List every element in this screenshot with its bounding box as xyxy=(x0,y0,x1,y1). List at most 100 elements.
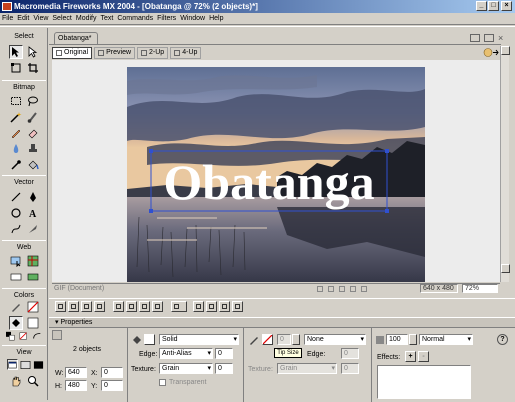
maximize-button[interactable]: □ xyxy=(488,1,499,11)
previous-frame-icon[interactable] xyxy=(339,286,345,292)
tab-4up[interactable]: 4-Up xyxy=(170,47,202,59)
height-field[interactable]: 480 xyxy=(65,380,87,391)
stroke-edge-field[interactable]: 0 xyxy=(341,348,359,359)
texture-amount-field[interactable]: 0 xyxy=(215,363,233,374)
stroke-color-pencil-icon[interactable] xyxy=(9,300,23,314)
help-button[interactable]: ? xyxy=(497,334,508,345)
tab-preview[interactable]: Preview xyxy=(94,47,136,59)
no-stroke-fill-icon[interactable] xyxy=(19,332,29,340)
ungroup-icon[interactable] xyxy=(68,301,79,312)
canvas-image[interactable]: Obatanga xyxy=(127,67,425,282)
scroll-up-arrow-icon[interactable] xyxy=(501,46,510,55)
send-to-back-icon[interactable] xyxy=(152,301,163,312)
menu-window[interactable]: Window xyxy=(178,13,207,24)
hide-slices-icon[interactable] xyxy=(9,270,23,284)
close-button[interactable]: × xyxy=(501,1,512,11)
bring-to-front-icon[interactable] xyxy=(113,301,124,312)
tab-original[interactable]: Original xyxy=(52,47,93,59)
stroke-texture-amount-field[interactable]: 0 xyxy=(341,363,359,374)
vertical-scrollbar[interactable] xyxy=(500,46,510,282)
y-field[interactable]: 0 xyxy=(101,380,123,391)
menu-filters[interactable]: Filters xyxy=(155,13,178,24)
standard-screen-mode-icon[interactable] xyxy=(7,359,18,370)
crop-tool-icon[interactable] xyxy=(26,61,40,75)
edge-amount-field[interactable]: 0 xyxy=(215,348,233,359)
add-effect-button[interactable]: + xyxy=(405,351,416,362)
stroke-type-dropdown[interactable]: None xyxy=(304,334,366,345)
stroke-color-box[interactable] xyxy=(262,334,273,345)
properties-panel-header[interactable]: ▾ Properties xyxy=(49,317,515,328)
show-slices-icon[interactable] xyxy=(26,270,40,284)
slice-tool-icon[interactable] xyxy=(26,254,40,268)
blur-tool-icon[interactable] xyxy=(9,142,23,156)
fill-color-bucket-icon[interactable] xyxy=(9,316,23,330)
bring-forward-icon[interactable] xyxy=(126,301,137,312)
magic-wand-tool-icon[interactable] xyxy=(9,110,23,124)
pen-tool-icon[interactable] xyxy=(26,190,40,204)
knife-tool-icon[interactable] xyxy=(26,222,40,236)
x-field[interactable]: 0 xyxy=(101,367,123,378)
edge-dropdown[interactable]: Anti-Alias xyxy=(159,348,213,359)
texture-dropdown[interactable]: Grain xyxy=(159,363,213,374)
opacity-slider-icon[interactable] xyxy=(409,334,417,345)
text-tool-icon[interactable]: A xyxy=(26,206,40,220)
menu-file[interactable]: File xyxy=(0,13,15,24)
transparent-checkbox[interactable] xyxy=(159,379,166,386)
rotate-cw-icon[interactable] xyxy=(206,301,217,312)
split-icon[interactable] xyxy=(94,301,105,312)
scroll-down-arrow-icon[interactable] xyxy=(501,264,510,273)
join-icon[interactable] xyxy=(81,301,92,312)
fill-color-box[interactable] xyxy=(144,334,155,345)
doc-minimize-icon[interactable] xyxy=(470,34,480,42)
menu-modify[interactable]: Modify xyxy=(74,13,99,24)
menu-help[interactable]: Help xyxy=(207,13,225,24)
freeform-tool-icon[interactable] xyxy=(9,222,23,236)
opacity-field[interactable]: 100 xyxy=(386,334,408,345)
next-frame-icon[interactable] xyxy=(350,286,356,292)
full-screen-menus-mode-icon[interactable] xyxy=(20,359,31,370)
ellipse-tool-icon[interactable] xyxy=(9,206,23,220)
quick-export-icon[interactable] xyxy=(482,47,500,58)
hotspot-tool-icon[interactable] xyxy=(9,254,23,268)
menu-commands[interactable]: Commands xyxy=(115,13,155,24)
align-dropdown-icon[interactable] xyxy=(171,301,187,312)
tip-size-slider-icon[interactable] xyxy=(292,334,300,345)
marquee-tool-icon[interactable] xyxy=(9,94,23,108)
first-frame-icon[interactable] xyxy=(317,286,323,292)
document-tab[interactable]: Obatanga* xyxy=(54,32,98,44)
stroke-texture-dropdown[interactable]: Grain xyxy=(277,363,337,374)
group-icon[interactable] xyxy=(55,301,66,312)
menu-text[interactable]: Text xyxy=(98,13,115,24)
fill-type-dropdown[interactable]: Solid xyxy=(159,334,239,345)
tab-2up[interactable]: 2-Up xyxy=(137,47,169,59)
rotate-ccw-icon[interactable] xyxy=(193,301,204,312)
last-frame-icon[interactable] xyxy=(361,286,367,292)
flip-vertical-icon[interactable] xyxy=(232,301,243,312)
menu-edit[interactable]: Edit xyxy=(15,13,31,24)
pointer-tool-icon[interactable] xyxy=(9,45,23,59)
canvas-text-obatanga[interactable]: Obatanga xyxy=(163,154,374,210)
menu-select[interactable]: Select xyxy=(50,13,73,24)
stroke-color-swatch[interactable] xyxy=(26,300,40,314)
scale-tool-icon[interactable] xyxy=(9,61,23,75)
brush-tool-icon[interactable] xyxy=(26,110,40,124)
line-tool-icon[interactable] xyxy=(9,190,23,204)
eyedropper-tool-icon[interactable] xyxy=(9,158,23,172)
effects-list[interactable] xyxy=(377,365,471,399)
paint-bucket-tool-icon[interactable] xyxy=(26,158,40,172)
zoom-tool-icon[interactable] xyxy=(26,374,40,388)
minimize-button[interactable]: _ xyxy=(476,1,487,11)
send-backward-icon[interactable] xyxy=(139,301,150,312)
default-colors-icon[interactable] xyxy=(6,331,16,341)
flip-horizontal-icon[interactable] xyxy=(219,301,230,312)
menu-view[interactable]: View xyxy=(31,13,50,24)
rubber-stamp-tool-icon[interactable] xyxy=(26,142,40,156)
zoom-dropdown[interactable]: 72% xyxy=(462,284,498,293)
tip-size-field[interactable]: 0 xyxy=(277,334,291,345)
width-field[interactable]: 640 xyxy=(65,367,87,378)
fireworks-app-icon[interactable] xyxy=(2,2,12,11)
full-screen-mode-icon[interactable] xyxy=(33,359,44,370)
swap-colors-icon[interactable] xyxy=(32,332,42,340)
pencil-tool-icon[interactable] xyxy=(9,126,23,140)
play-icon[interactable] xyxy=(328,286,334,292)
